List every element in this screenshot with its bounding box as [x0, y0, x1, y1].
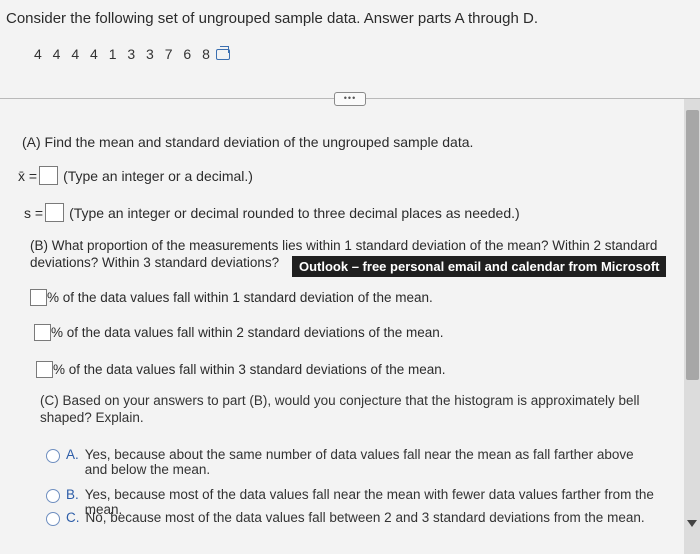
- mean-input[interactable]: [39, 166, 59, 185]
- part-c-question: (C) Based on your answers to part (B), w…: [40, 393, 640, 425]
- copy-icon[interactable]: [216, 45, 231, 60]
- within-2-input[interactable]: [34, 324, 51, 341]
- within-2-row: % of the data values fall within 2 stand…: [34, 324, 444, 341]
- within-1-input[interactable]: [30, 289, 47, 306]
- more-button[interactable]: •••: [334, 92, 366, 106]
- link-tooltip: Outlook – free personal email and calend…: [292, 256, 667, 277]
- option-c[interactable]: C. No, because most of the data values f…: [46, 510, 666, 526]
- part-b-question-line2: deviations? Within 3 standard deviations…: [30, 255, 280, 270]
- option-a-letter: A.: [66, 447, 79, 462]
- within-3-row: % of the data values fall within 3 stand…: [36, 361, 446, 378]
- sd-row: s = (Type an integer or decimal rounded …: [24, 203, 520, 222]
- data-set-row: 4 4 4 4 1 3 3 7 6 8: [34, 45, 231, 62]
- scroll-down-icon[interactable]: [687, 520, 697, 527]
- within-1-row: % of the data values fall within 1 stand…: [30, 289, 433, 306]
- question-prompt: Consider the following set of ungrouped …: [6, 10, 538, 27]
- radio-icon[interactable]: [46, 512, 60, 526]
- part-b-question-line1: (B) What proportion of the measurements …: [30, 238, 658, 253]
- within-1-text: % of the data values fall within 1 stand…: [47, 290, 433, 305]
- radio-icon[interactable]: [46, 489, 60, 503]
- option-a[interactable]: A. Yes, because about the same number of…: [46, 447, 656, 477]
- data-values: 4 4 4 4 1 3 3 7 6 8: [34, 46, 211, 62]
- mean-label: x̄ =: [18, 167, 38, 184]
- mean-hint: (Type an integer or a decimal.): [63, 167, 253, 184]
- mean-row: x̄ = (Type an integer or a decimal.): [18, 166, 253, 185]
- option-b-letter: B.: [66, 487, 79, 502]
- sd-hint: (Type an integer or decimal rounded to t…: [69, 204, 520, 221]
- radio-icon[interactable]: [46, 449, 60, 463]
- within-3-input[interactable]: [36, 361, 53, 378]
- within-3-text: % of the data values fall within 3 stand…: [53, 362, 446, 377]
- sd-label: s =: [24, 204, 44, 221]
- sd-input[interactable]: [45, 203, 65, 222]
- part-a-question: (A) Find the mean and standard deviation…: [22, 134, 474, 150]
- option-c-text: No, because most of the data values fall…: [85, 510, 645, 525]
- question-page: Consider the following set of ungrouped …: [0, 0, 700, 554]
- within-2-text: % of the data values fall within 2 stand…: [51, 325, 444, 340]
- option-c-letter: C.: [66, 510, 80, 525]
- scrollbar-thumb[interactable]: [686, 110, 699, 380]
- option-a-text: Yes, because about the same number of da…: [84, 447, 634, 477]
